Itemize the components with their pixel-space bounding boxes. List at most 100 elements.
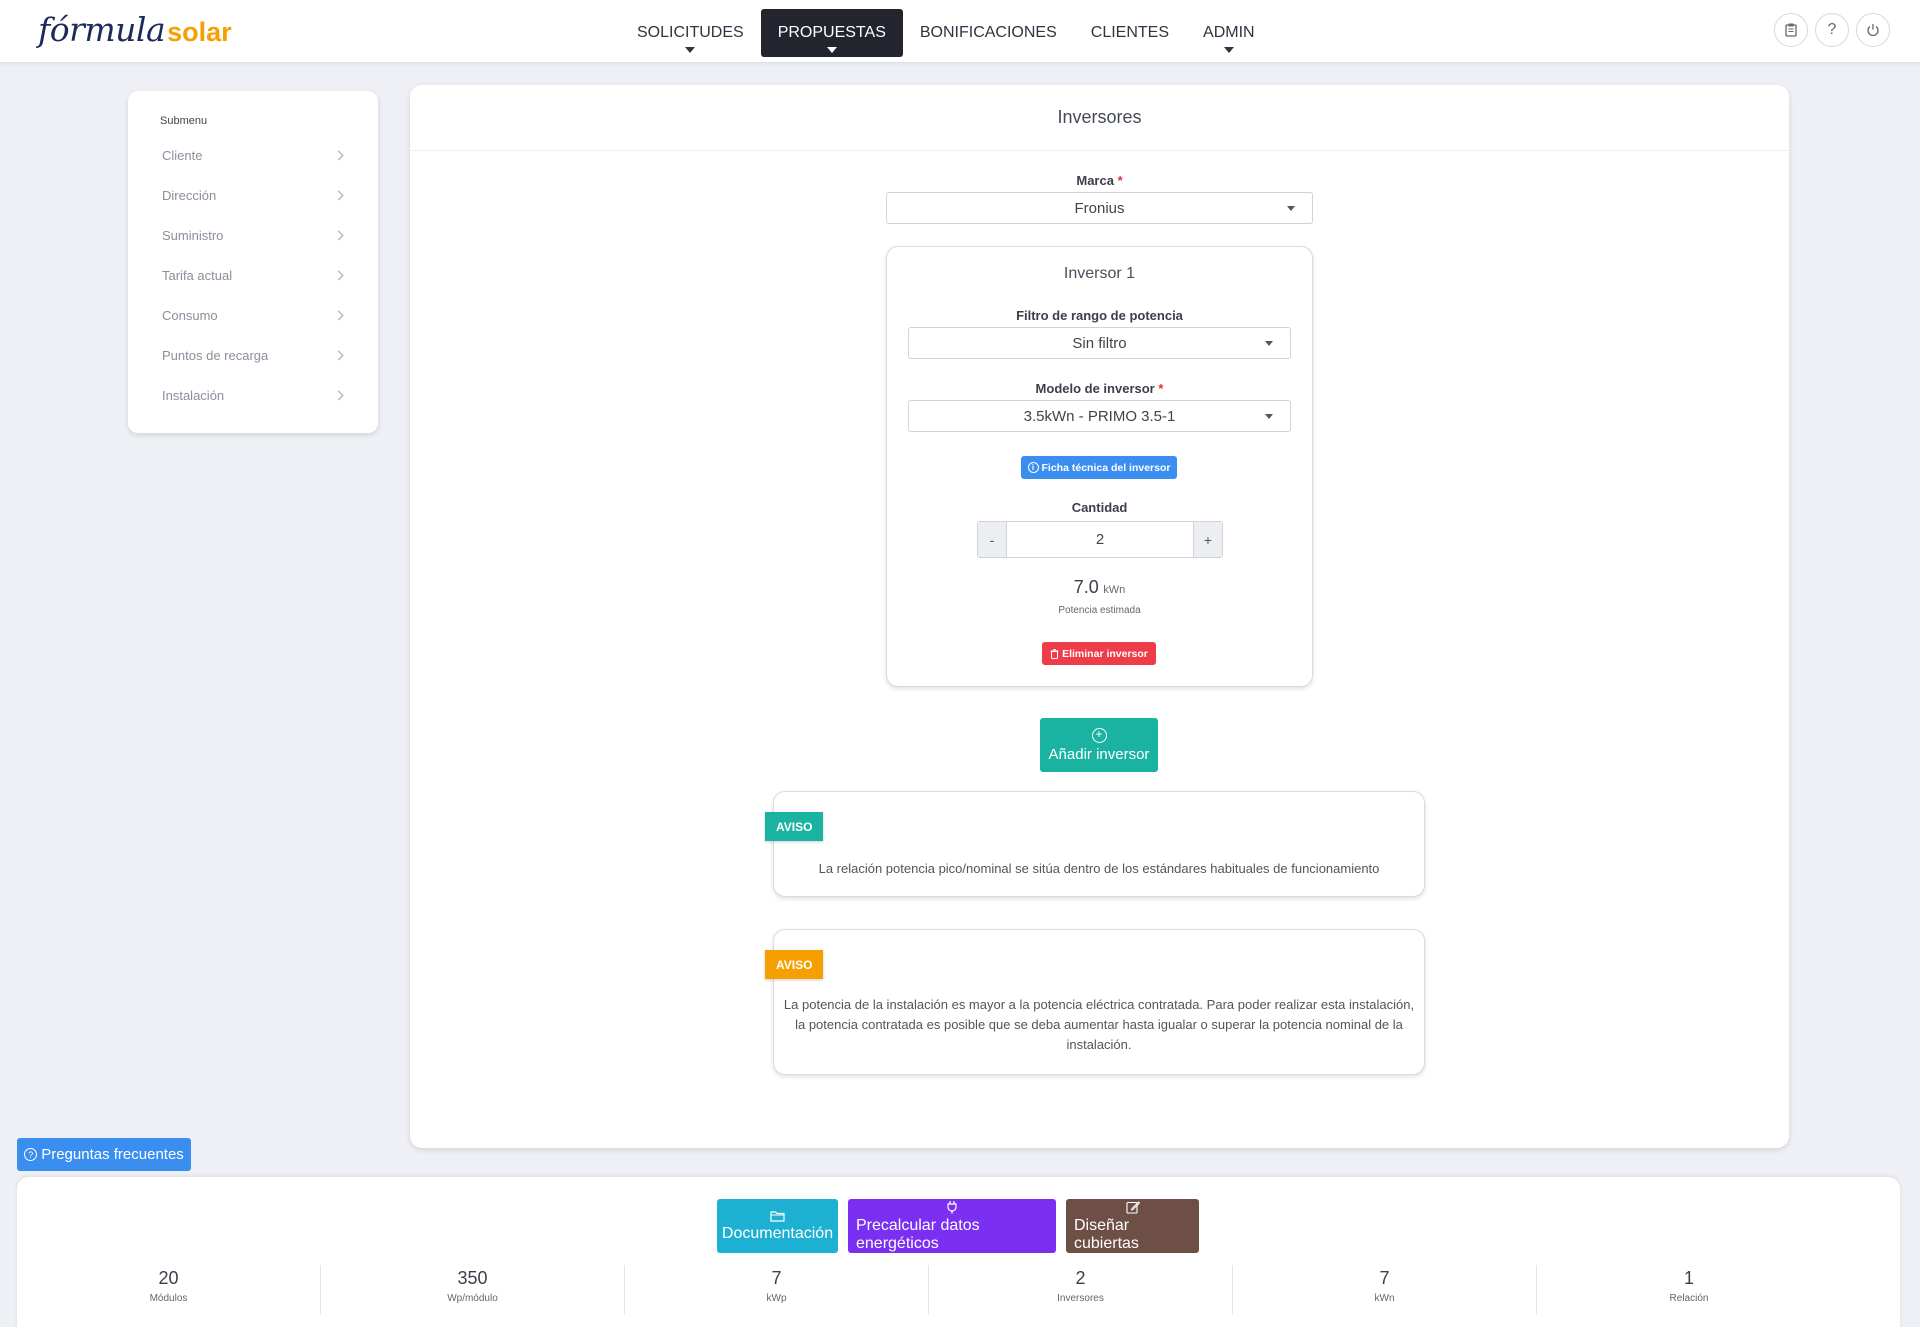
submenu-item-consumo[interactable]: Consumo (160, 295, 346, 335)
clipboard-icon[interactable] (1774, 13, 1808, 47)
submenu-item-recarga[interactable]: Puntos de recarga (160, 335, 346, 375)
stat-modulos: 20 Módulos (17, 1265, 321, 1315)
stats-row: 20 Módulos 350 Wp/módulo 7 kWp 2 Inverso… (17, 1265, 1900, 1315)
brand-label: Marca * (886, 173, 1313, 188)
submenu-title: Submenu (160, 115, 208, 127)
nav-label: ADMIN (1203, 24, 1255, 41)
logo[interactable]: fórmula solar (38, 10, 232, 54)
design-roofs-button[interactable]: Diseñar cubiertas (1066, 1199, 1199, 1253)
logo-text-solar: solar (167, 17, 232, 47)
stat-label: kWp (766, 1293, 787, 1304)
add-inverter-button[interactable]: + Añadir inversor (1040, 718, 1158, 772)
stat-value: 1 (1683, 1268, 1694, 1288)
submenu-item-label: Cliente (162, 147, 203, 163)
submenu-item-instalacion[interactable]: Instalación (160, 375, 346, 415)
chevron-right-icon (333, 390, 344, 400)
trash-icon (1050, 648, 1059, 659)
top-navbar: fórmula solar SOLICITUDES PROPUESTAS BON… (0, 0, 1920, 63)
nav-admin[interactable]: ADMIN (1186, 9, 1272, 57)
power-value: 7.0 (1073, 577, 1099, 597)
notice-tag: AVISO (765, 950, 824, 979)
chevron-right-icon (333, 310, 344, 320)
nav-propuestas[interactable]: PROPUESTAS (760, 9, 903, 57)
required-marker: * (1117, 173, 1123, 188)
stat-value: 350 (457, 1268, 488, 1288)
submenu-item-direccion[interactable]: Dirección (160, 175, 346, 215)
filter-label: Filtro de rango de potencia (1016, 308, 1183, 323)
delete-inverter-label: Eliminar inversor (1062, 647, 1148, 660)
submenu-item-suministro[interactable]: Suministro (160, 215, 346, 255)
brand-select-value: Fronius (1074, 199, 1125, 217)
decrement-button[interactable]: - (978, 522, 1006, 557)
stat-value: 7 (1379, 1268, 1390, 1288)
caret-down-icon (1287, 206, 1295, 211)
submenu-item-cliente[interactable]: Cliente (160, 135, 346, 175)
notice-contracted-power: AVISO La potencia de la instalación es m… (765, 929, 1425, 1075)
precalculate-button[interactable]: Precalcular datos energéticos (848, 1199, 1056, 1253)
datasheet-button[interactable]: i Ficha técnica del inversor (1021, 456, 1177, 479)
inverter-title: Inversor 1 (1063, 265, 1136, 282)
page-title: Inversores (410, 85, 1789, 151)
increment-button[interactable]: + (1194, 522, 1222, 557)
notice-text: La potencia de la instalación es mayor a… (783, 997, 1415, 1052)
bottom-summary-bar: Documentación Precalcular datos energéti… (17, 1177, 1900, 1327)
submenu-item-label: Consumo (162, 307, 218, 323)
submenu-item-label: Suministro (162, 227, 224, 243)
faq-button[interactable]: ? Preguntas frecuentes (17, 1138, 191, 1171)
stat-label: kWn (1374, 1293, 1395, 1304)
help-icon[interactable]: ? (1815, 13, 1849, 47)
top-icon-group: ? (1774, 13, 1890, 47)
faq-button-label: Preguntas frecuentes (41, 1146, 184, 1163)
stat-kwn: 7 kWn (1233, 1265, 1537, 1315)
caret-down-icon (1265, 414, 1273, 419)
stat-relacion: 1 Relación (1537, 1265, 1841, 1315)
notice-text: La relación potencia pico/nominal se sit… (818, 861, 1380, 876)
edit-icon (1125, 1200, 1140, 1214)
submenu-card: Submenu Cliente Dirección Suministro Tar… (128, 91, 378, 433)
nav-bonificaciones[interactable]: BONIFICACIONES (903, 9, 1074, 57)
documentation-label: Documentación (721, 1224, 834, 1242)
submenu-item-label: Tarifa actual (162, 267, 233, 283)
nav-label: PROPUESTAS (777, 24, 886, 41)
nav-solicitudes[interactable]: SOLICITUDES (620, 9, 761, 57)
datasheet-button-label: Ficha técnica del inversor (1041, 461, 1171, 474)
estimated-power: 7.0 kWn (887, 577, 1312, 598)
stat-wp-modulo: 350 Wp/módulo (321, 1265, 625, 1315)
submenu-item-label: Dirección (162, 187, 217, 203)
inverter-model-select[interactable]: 3.5kWn - PRIMO 3.5-1 (908, 400, 1291, 432)
notice-tag: AVISO (765, 812, 824, 841)
stat-inversores: 2 Inversores (929, 1265, 1233, 1315)
power-filter-select[interactable]: Sin filtro (908, 327, 1291, 359)
notice-ratio: AVISO La relación potencia pico/nominal … (765, 791, 1425, 897)
caret-down-icon (1223, 47, 1234, 53)
question-circle-icon: ? (24, 1148, 38, 1161)
precalculate-label: Precalcular datos energéticos (856, 1216, 980, 1252)
delete-inverter-button[interactable]: Eliminar inversor (1042, 642, 1156, 665)
documentation-button[interactable]: Documentación (717, 1199, 838, 1253)
chevron-right-icon (333, 230, 344, 240)
chevron-right-icon (333, 190, 344, 200)
nav-label: SOLICITUDES (637, 24, 744, 41)
submenu-item-tarifa[interactable]: Tarifa actual (160, 255, 346, 295)
power-filter-value: Sin filtro (1072, 334, 1127, 352)
caret-down-icon (826, 47, 837, 53)
power-icon[interactable] (1856, 13, 1890, 47)
chevron-right-icon (333, 350, 344, 360)
nav-label: BONIFICACIONES (919, 24, 1057, 41)
chevron-right-icon (333, 270, 344, 280)
quantity-stepper: - 2 + (977, 521, 1223, 558)
brand-select[interactable]: Fronius (886, 192, 1313, 224)
nav-clientes[interactable]: CLIENTES (1074, 9, 1186, 57)
inverter-card: Inversor 1 Filtro de rango de potencia S… (886, 246, 1313, 687)
stat-value: 20 (158, 1268, 179, 1288)
submenu-item-label: Instalación (162, 387, 225, 403)
stat-value: 7 (771, 1268, 782, 1288)
stat-label: Inversores (1057, 1293, 1104, 1304)
stat-label: Relación (1669, 1293, 1709, 1304)
info-icon: i (1027, 462, 1039, 473)
quantity-input[interactable]: 2 (1006, 522, 1194, 557)
brand-label-text: Marca (1076, 173, 1114, 188)
submenu-item-label: Puntos de recarga (162, 347, 269, 363)
stat-label: Módulos (149, 1293, 188, 1304)
required-marker: * (1158, 381, 1164, 396)
